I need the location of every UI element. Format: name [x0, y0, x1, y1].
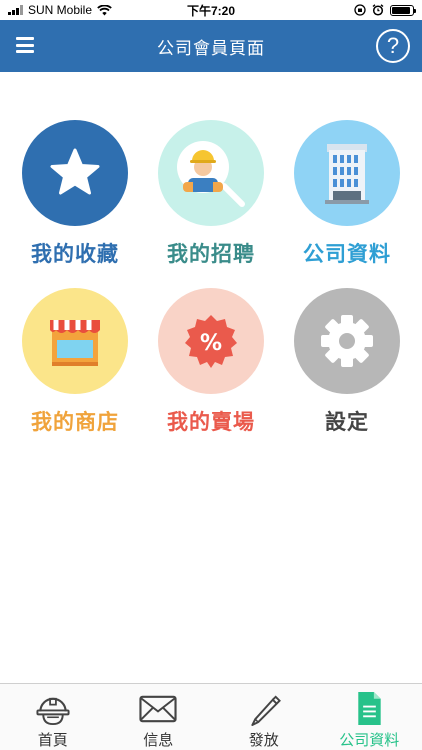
- nav-messages[interactable]: 信息: [106, 684, 212, 750]
- settings-circle: [294, 288, 400, 394]
- screen: SUN Mobile 下午7:20 公司會員頁面 ? 我的收藏 我的招聘 公司資…: [0, 0, 422, 750]
- recruitment-circle: [158, 120, 264, 226]
- orientation-lock-icon: [354, 4, 366, 16]
- tile-my-market-label: 我的賣場: [167, 410, 255, 434]
- status-left: SUN Mobile: [8, 3, 112, 17]
- wifi-icon: [97, 4, 112, 15]
- battery-icon: [390, 4, 416, 16]
- nav-home[interactable]: 首頁: [0, 684, 106, 750]
- pencil-icon: [251, 695, 281, 727]
- discount-symbol: %: [200, 331, 222, 356]
- nav-company-info[interactable]: 公司資料: [317, 684, 422, 750]
- nav-company-info-label: 公司資料: [339, 731, 400, 749]
- menu-button[interactable]: [16, 37, 34, 53]
- tile-settings[interactable]: 設定: [277, 288, 417, 436]
- company-info-circle: [294, 120, 400, 226]
- building-icon: [325, 144, 369, 204]
- tile-favorites-label: 我的收藏: [31, 242, 119, 266]
- tile-my-shop[interactable]: 我的商店: [5, 288, 145, 436]
- signal-icon: [8, 5, 23, 15]
- my-shop-circle: [22, 288, 128, 394]
- nav-messages-label: 信息: [143, 731, 174, 749]
- carrier-name: SUN Mobile: [28, 3, 93, 17]
- tile-company-info-label: 公司資料: [303, 242, 391, 266]
- my-market-circle: %: [158, 288, 264, 394]
- worker-search-icon: [177, 141, 245, 207]
- app-header: 公司會員頁面 ?: [0, 20, 422, 72]
- help-button[interactable]: ?: [376, 29, 410, 63]
- envelope-icon: [139, 695, 177, 723]
- document-icon: [358, 691, 381, 726]
- status-right: [354, 4, 416, 16]
- favorites-circle: [22, 120, 128, 226]
- tile-my-shop-label: 我的商店: [31, 410, 119, 434]
- tile-settings-label: 設定: [325, 410, 369, 434]
- page-title: 公司會員頁面: [157, 38, 265, 59]
- bottom-nav: 首頁 信息 發放 公司資料: [0, 683, 422, 750]
- nav-post-label: 發放: [248, 731, 279, 749]
- tile-favorites[interactable]: 我的收藏: [5, 120, 145, 268]
- tile-recruitment[interactable]: 我的招聘: [141, 120, 281, 268]
- tile-company-info[interactable]: 公司資料: [277, 120, 417, 268]
- nav-post[interactable]: 發放: [211, 684, 317, 750]
- status-bar: SUN Mobile 下午7:20: [0, 0, 422, 20]
- star-icon: [50, 148, 100, 195]
- tile-my-market[interactable]: % 我的賣場: [141, 288, 281, 436]
- discount-badge-icon: %: [185, 315, 237, 368]
- shop-icon: [50, 320, 100, 366]
- tile-recruitment-label: 我的招聘: [167, 242, 255, 266]
- alarm-icon: [372, 4, 384, 16]
- gear-icon: [321, 315, 373, 367]
- helmet-icon: [36, 697, 70, 726]
- nav-home-label: 首頁: [37, 731, 68, 749]
